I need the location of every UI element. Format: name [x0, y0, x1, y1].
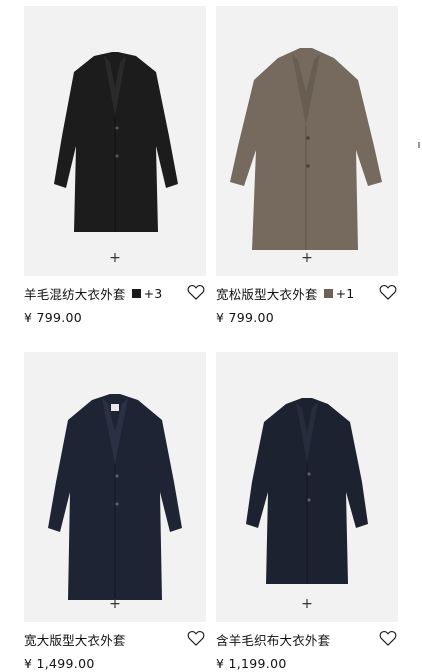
product-price: ¥ 799.00	[24, 310, 83, 325]
add-to-cart-button[interactable]: +	[296, 594, 318, 616]
product-price: ¥ 1,199.00	[216, 656, 287, 671]
product-name[interactable]: 宽大版型大衣外套	[24, 630, 126, 649]
add-to-cart-button[interactable]: +	[296, 248, 318, 270]
more-colors-count: +1	[335, 286, 355, 301]
product-card[interactable]: + 羊毛混纺大衣外套 +3 ¥ 799.00	[24, 6, 206, 325]
product-price: ¥ 1,499.00	[24, 656, 95, 671]
coat-image	[216, 352, 398, 622]
product-name-row[interactable]: 宽大版型大衣外套	[24, 630, 126, 649]
heart-outline-icon[interactable]	[378, 628, 398, 648]
add-to-cart-button[interactable]: +	[104, 594, 126, 616]
product-image[interactable]: +	[216, 352, 398, 622]
product-image[interactable]: +	[216, 6, 398, 276]
next-column-edge-indicator	[418, 142, 420, 148]
color-swatch[interactable]	[323, 289, 333, 298]
add-to-cart-button[interactable]: +	[104, 248, 126, 270]
product-name-row[interactable]: 含羊毛织布大衣外套	[216, 630, 330, 649]
heart-outline-icon[interactable]	[186, 628, 206, 648]
product-name[interactable]: 宽松版型大衣外套	[216, 284, 318, 303]
product-name-row[interactable]: 羊毛混纺大衣外套 +3	[24, 284, 162, 303]
more-colors-count: +3	[143, 286, 163, 301]
product-card[interactable]: + 宽松版型大衣外套 +1 ¥ 799.00	[216, 6, 398, 325]
product-name-row[interactable]: 宽松版型大衣外套 +1	[216, 284, 354, 303]
color-swatch[interactable]	[131, 289, 141, 298]
heart-outline-icon[interactable]	[186, 282, 206, 302]
product-name[interactable]: 含羊毛织布大衣外套	[216, 630, 330, 649]
coat-image	[216, 6, 398, 276]
heart-outline-icon[interactable]	[378, 282, 398, 302]
product-price: ¥ 799.00	[216, 310, 275, 325]
product-grid: + 羊毛混纺大衣外套 +3 ¥ 799.00 + 宽松版型大衣外套 +1 ¥ 7…	[0, 0, 422, 672]
product-name[interactable]: 羊毛混纺大衣外套	[24, 284, 126, 303]
product-card[interactable]: + 含羊毛织布大衣外套 ¥ 1,199.00	[216, 352, 398, 671]
product-card[interactable]: + 宽大版型大衣外套 ¥ 1,499.00	[24, 352, 206, 671]
coat-image	[24, 6, 206, 276]
coat-image	[24, 352, 206, 622]
product-image[interactable]: +	[24, 352, 206, 622]
product-image[interactable]: +	[24, 6, 206, 276]
